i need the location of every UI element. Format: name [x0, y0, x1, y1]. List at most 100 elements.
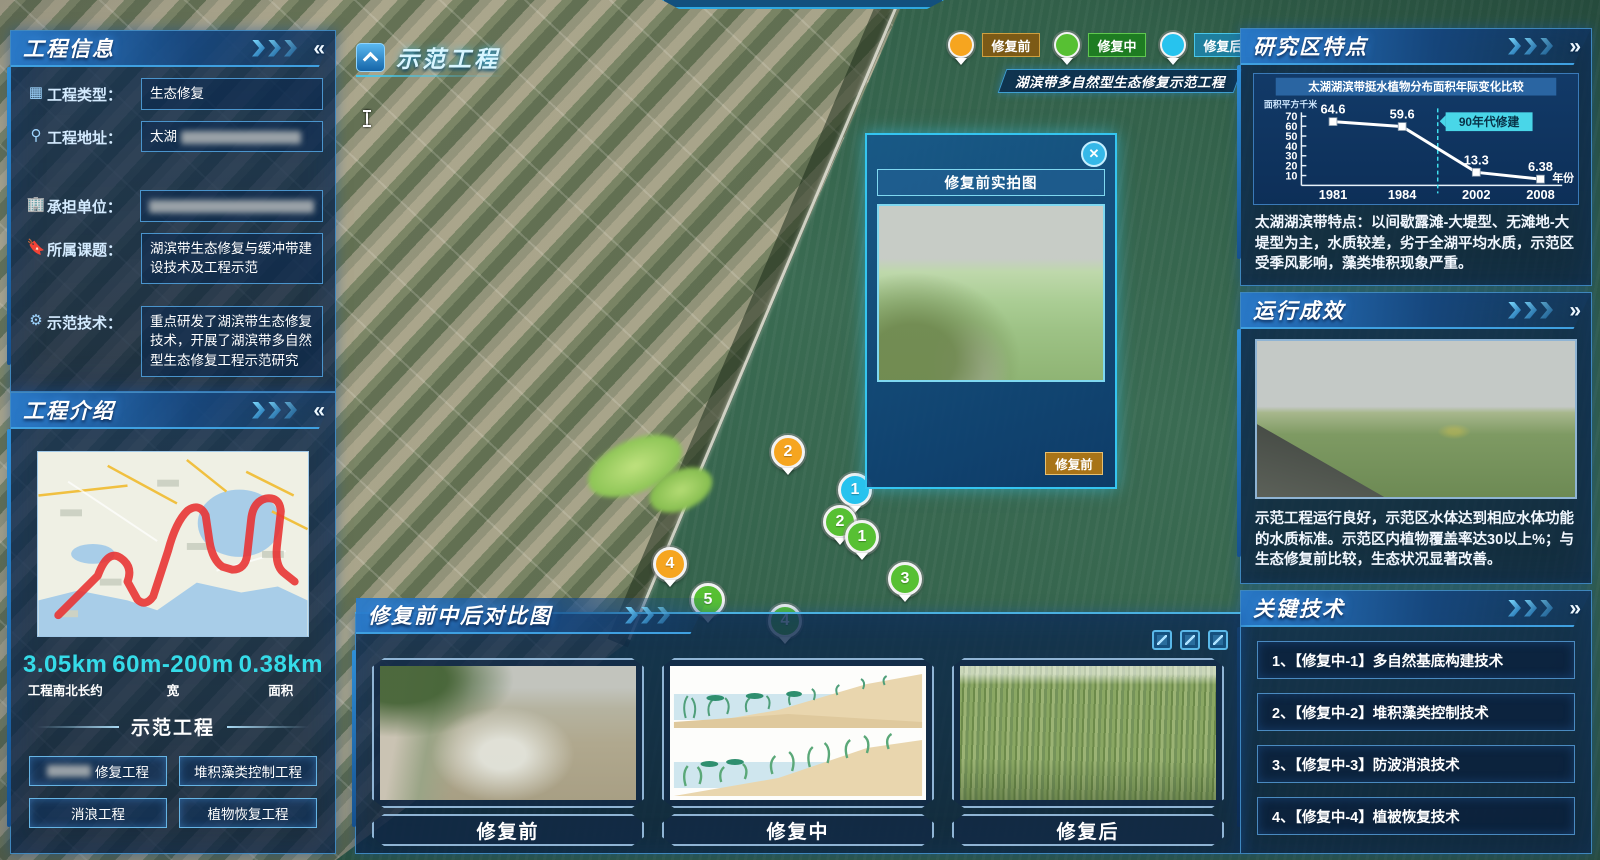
- collapse-right-icon[interactable]: »: [1569, 599, 1581, 619]
- topic-value: 湖滨带生态修复与缓冲带建设技术及工程示范: [141, 233, 323, 284]
- panel-title: 运行成效: [1253, 295, 1345, 325]
- during-marker-icon: [1054, 32, 1080, 58]
- chevrons-icon: [625, 607, 670, 624]
- field-project-address: ⚲ 工程地址： 太湖: [25, 121, 323, 153]
- chart-annotation: 90年代修建: [1459, 115, 1520, 129]
- svg-text:2002: 2002: [1462, 187, 1491, 202]
- project-intro-header: 工程介绍: [11, 393, 335, 429]
- restoration-project-button[interactable]: 修复工程: [29, 756, 167, 786]
- undertaker-value: [140, 190, 323, 222]
- map-pin-icon: ⚲: [25, 126, 47, 144]
- bookmark-icon: 🔖: [25, 238, 47, 256]
- comparison-cards: 修复前: [356, 614, 1240, 846]
- card-after: 修复后: [952, 658, 1224, 846]
- during-diagram[interactable]: [670, 666, 926, 800]
- svg-text:64.6: 64.6: [1321, 102, 1346, 117]
- svg-text:1984: 1984: [1388, 187, 1417, 202]
- before-marker-icon: [948, 32, 974, 58]
- stat-width: 60m-200m宽: [112, 651, 233, 699]
- redacted-text: [149, 200, 314, 213]
- operation-header: 运行成效: [1241, 293, 1591, 329]
- tech-item-2[interactable]: 2、【修复中-2】堆积藻类控制技术: [1257, 693, 1575, 731]
- panel-title: 研究区特点: [1253, 31, 1368, 61]
- svg-text:6.38: 6.38: [1528, 159, 1553, 174]
- chevrons-icon: [1508, 38, 1553, 55]
- shore-profile-diagram: [670, 666, 926, 800]
- before-photo-popup: ✕ 修复前实拍图 修复前: [865, 133, 1117, 489]
- chart-xlabel: 年份: [1552, 170, 1574, 184]
- project-address-value: 太湖: [141, 121, 323, 153]
- card-during-caption: 修复中: [662, 814, 934, 846]
- card-before: 修复前: [372, 658, 644, 846]
- popup-photo: [877, 204, 1105, 382]
- marker-legend: 修复前 修复中 修复后: [948, 32, 1252, 58]
- card-after-caption: 修复后: [952, 814, 1224, 846]
- study-area-panel: 研究区特点 » 太湖湖滨带挺水植物分布面积年际变化比较 面积平方千米 90年代修…: [1240, 28, 1592, 286]
- layer-tools: [1152, 630, 1228, 650]
- legend-item-before: 修复前: [948, 32, 1040, 58]
- edit-layer-icon[interactable]: [1152, 630, 1172, 650]
- collapse-right-icon[interactable]: »: [1569, 301, 1581, 321]
- stat-area: 0.38km面积: [239, 651, 323, 699]
- card-during: 修复中: [662, 658, 934, 846]
- map-marker-before-2[interactable]: 2: [771, 435, 805, 469]
- field-project-type: ▦ 工程类型： 生态修复: [25, 78, 323, 110]
- svg-text:59.6: 59.6: [1390, 107, 1415, 122]
- map-section-title: 示范工程: [356, 40, 500, 74]
- demo-tech-value: 重点研发了湖滨带生态修复技术，开展了湖滨带多自然型生态修复工程示范研究: [141, 306, 323, 377]
- before-photo[interactable]: [380, 666, 636, 800]
- redacted-text: [47, 765, 91, 777]
- after-marker-icon: [1160, 32, 1186, 58]
- legend-during-button[interactable]: 修复中: [1088, 33, 1146, 57]
- study-area-description: 太湖湖滨带特点：以间歇露滩-大堤型、无滩地-大堤型为主，水质较差，劣于全湖平均水…: [1241, 211, 1591, 275]
- collapse-left-icon[interactable]: «: [313, 401, 325, 421]
- chart-ylabel: 面积平方千米: [1264, 98, 1317, 109]
- grid-icon: ▦: [25, 83, 47, 101]
- operation-description: 示范工程运行良好，示范区水体达到相应水体功能的水质标准。示范区内植物覆盖率达30…: [1241, 507, 1591, 571]
- plant-restoration-project-button[interactable]: 植物恢复工程: [179, 798, 317, 828]
- key-tech-panel: 关键技术 » 1、【修复中-1】多自然基底构建技术 2、【修复中-2】堆积藻类控…: [1240, 590, 1592, 854]
- card-before-caption: 修复前: [372, 814, 644, 846]
- project-info-header: 工程信息: [11, 31, 335, 67]
- tech-item-1[interactable]: 1、【修复中-1】多自然基底构建技术: [1257, 641, 1575, 679]
- edit-layer-icon[interactable]: [1208, 630, 1228, 650]
- legend-item-during: 修复中: [1054, 32, 1146, 58]
- gear-icon: ⚙: [25, 311, 47, 329]
- close-icon[interactable]: ✕: [1081, 141, 1107, 167]
- legend-before-button[interactable]: 修复前: [982, 33, 1040, 57]
- wave-dissipation-project-button[interactable]: 消浪工程: [29, 798, 167, 828]
- text-cursor: [362, 110, 372, 127]
- edit-layer-icon[interactable]: [1180, 630, 1200, 650]
- chevrons-icon: [252, 40, 297, 57]
- svg-text:70: 70: [1285, 111, 1297, 123]
- collapse-left-icon[interactable]: «: [313, 39, 325, 59]
- chevrons-icon: [1508, 302, 1553, 319]
- vegetation-trend-chart: 太湖湖滨带挺水植物分布面积年际变化比较 面积平方千米 90年代修建 年份 102…: [1253, 73, 1579, 205]
- demo-project-buttons: 修复工程 堆积藻类控制工程 消浪工程 植物恢复工程: [11, 744, 335, 828]
- field-topic: 🔖 所属课题： 湖滨带生态修复与缓冲带建设技术及工程示范: [25, 233, 323, 284]
- demo-projects-divider: 示范工程: [11, 699, 335, 744]
- map-marker-during-3[interactable]: 3: [888, 562, 922, 596]
- panel-title: 工程介绍: [23, 395, 115, 425]
- svg-text:13.3: 13.3: [1464, 152, 1489, 167]
- svg-text:2008: 2008: [1526, 187, 1555, 202]
- redacted-text: [181, 131, 301, 144]
- svg-text:1981: 1981: [1319, 187, 1348, 202]
- algae-control-project-button[interactable]: 堆积藻类控制工程: [179, 756, 317, 786]
- popup-before-button[interactable]: 修复前: [1045, 452, 1103, 475]
- title-underline: [356, 75, 506, 77]
- after-photo[interactable]: [960, 666, 1216, 800]
- project-banner: 湖滨带多自然型生态修复示范工程: [1002, 69, 1238, 93]
- chevrons-icon: [252, 402, 297, 419]
- collapse-right-icon[interactable]: »: [1569, 37, 1581, 57]
- collapse-up-icon[interactable]: [356, 43, 385, 72]
- tech-item-3[interactable]: 3、【修复中-3】防波消浪技术: [1257, 745, 1575, 783]
- legend-item-after: 修复后: [1160, 32, 1252, 58]
- map-marker-before-4[interactable]: 4: [653, 547, 687, 581]
- chevrons-icon: [1508, 600, 1553, 617]
- tech-item-4[interactable]: 4、【修复中-4】植被恢复技术: [1257, 797, 1575, 835]
- operation-panel: 运行成效 » 示范工程运行良好，示范区水体达到相应水体功能的水质标准。示范区内植…: [1240, 292, 1592, 584]
- map-marker-during-1[interactable]: 1: [845, 520, 879, 554]
- panel-title: 关键技术: [1253, 593, 1345, 623]
- wetland-photo: [1255, 339, 1577, 499]
